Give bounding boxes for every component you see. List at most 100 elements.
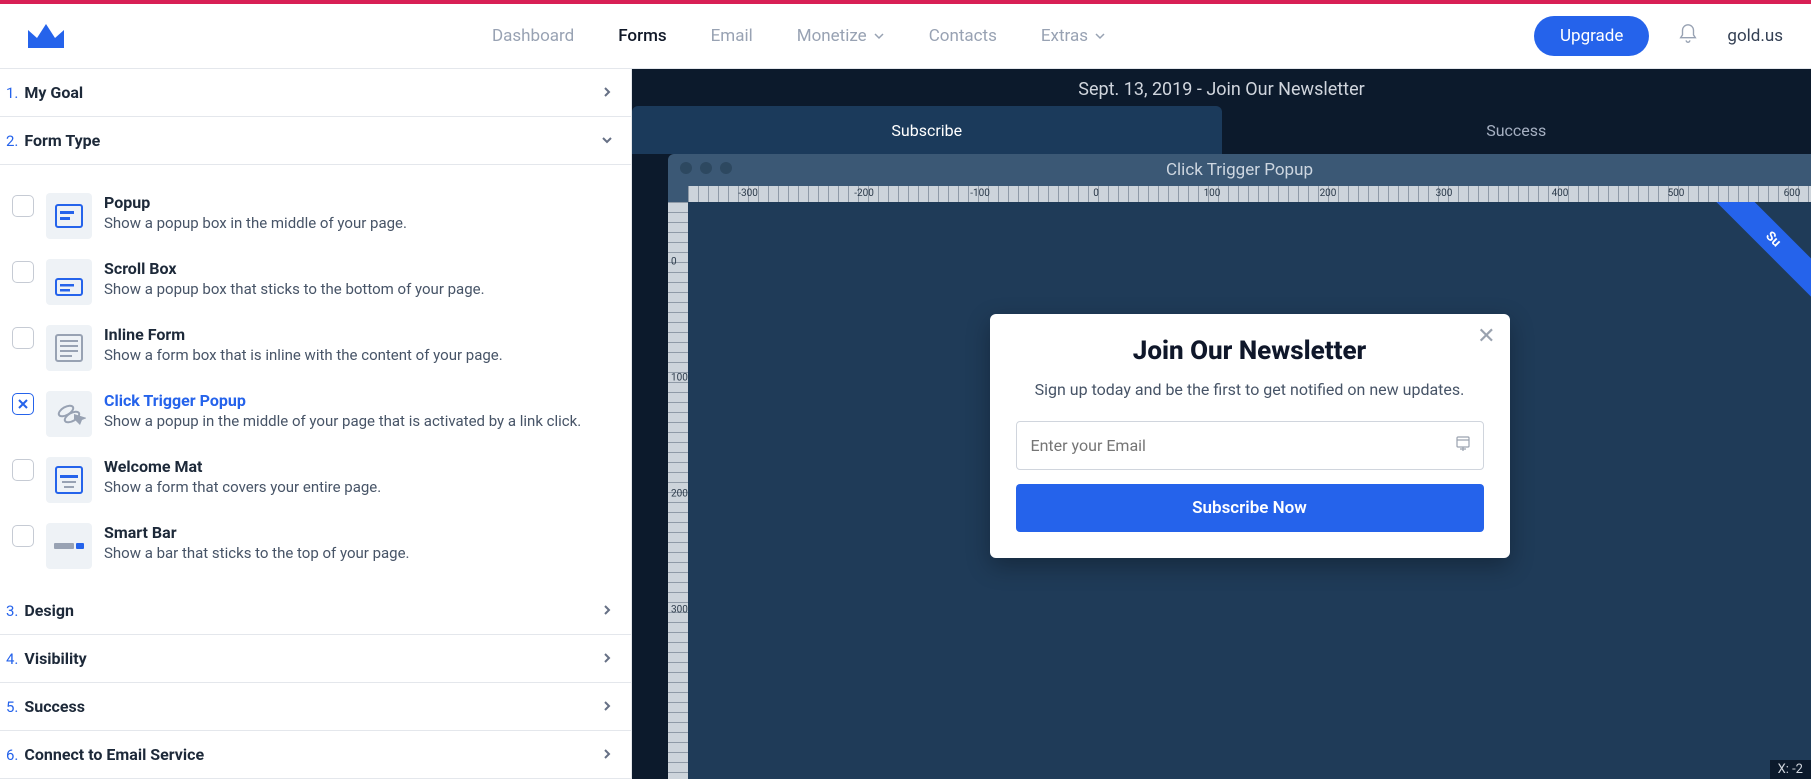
ruler-tick: 200: [1320, 188, 1337, 199]
ruler-tick: 300: [671, 605, 688, 616]
step-form-type[interactable]: 2. Form Type: [0, 117, 631, 165]
checkbox[interactable]: [12, 327, 34, 349]
ruler-tick: -300: [738, 188, 758, 199]
popup-subtext: Sign up today and be the first to get no…: [1016, 380, 1484, 399]
click-trigger-thumb-icon: [46, 391, 92, 437]
step-design[interactable]: 3. Design: [0, 587, 631, 635]
step-visibility[interactable]: 4. Visibility: [0, 635, 631, 683]
nav-monetize[interactable]: Monetize: [797, 26, 885, 46]
step-number: 5.: [6, 698, 18, 716]
checkbox[interactable]: [12, 261, 34, 283]
popup-thumb-icon: [46, 193, 92, 239]
corner-ribbon: Su: [1711, 202, 1811, 302]
option-text: Welcome Mat Show a form that covers your…: [104, 457, 381, 496]
nav-contacts[interactable]: Contacts: [929, 26, 997, 46]
close-icon[interactable]: ✕: [1477, 324, 1495, 349]
option-title: Welcome Mat: [104, 457, 381, 476]
option-desc: Show a popup box in the middle of your p…: [104, 214, 407, 232]
checkbox[interactable]: [12, 459, 34, 481]
window-traffic-lights: [680, 162, 732, 174]
option-text: Scroll Box Show a popup box that sticks …: [104, 259, 485, 298]
option-inline-form[interactable]: Inline Form Show a form box that is inli…: [8, 315, 623, 381]
newsletter-popup[interactable]: ✕ Join Our Newsletter Sign up today and …: [990, 314, 1510, 558]
option-smart-bar[interactable]: Smart Bar Show a bar that sticks to the …: [8, 513, 623, 579]
checkbox[interactable]: [12, 525, 34, 547]
builder-sidebar: 1. My Goal 2. Form Type Popup Sho: [0, 69, 632, 779]
chevron-right-icon: [601, 649, 613, 668]
step-number: 2.: [6, 132, 18, 150]
ruler-tick: 200: [671, 489, 688, 500]
option-popup[interactable]: Popup Show a popup box in the middle of …: [8, 183, 623, 249]
bell-icon[interactable]: [1677, 23, 1699, 49]
option-title: Popup: [104, 193, 407, 212]
tab-subscribe[interactable]: Subscribe: [632, 106, 1222, 154]
chevron-down-icon: [873, 30, 885, 42]
ruler-tick: 100: [671, 373, 688, 384]
ruler-tick: 100: [1204, 188, 1221, 199]
option-title: Scroll Box: [104, 259, 485, 278]
nav-email[interactable]: Email: [711, 26, 753, 46]
step-email-service[interactable]: 6. Connect to Email Service: [0, 731, 631, 779]
document-title: Sept. 13, 2019 - Join Our Newsletter: [632, 69, 1811, 106]
upgrade-button[interactable]: Upgrade: [1534, 16, 1649, 56]
chevron-down-icon: [601, 131, 613, 150]
subscribe-button[interactable]: Subscribe Now: [1016, 484, 1484, 532]
smart-bar-thumb-icon: [46, 523, 92, 569]
option-title: Inline Form: [104, 325, 503, 344]
form-type-options[interactable]: Popup Show a popup box in the middle of …: [0, 165, 631, 587]
cursor-coords: X: -2: [1770, 760, 1811, 779]
ruler-tick: -100: [970, 188, 990, 199]
option-welcome-mat[interactable]: Welcome Mat Show a form that covers your…: [8, 447, 623, 513]
frame-title: Click Trigger Popup: [668, 154, 1811, 186]
chevron-right-icon: [601, 83, 613, 102]
nav-right: Upgrade gold.us: [1534, 16, 1783, 56]
ruler-tick: 300: [1436, 188, 1453, 199]
editor-frame: Click Trigger Popup -300 -200 -100 0 100…: [668, 154, 1811, 779]
option-scroll-box[interactable]: Scroll Box Show a popup box that sticks …: [8, 249, 623, 315]
user-name[interactable]: gold.us: [1727, 26, 1783, 46]
step-title: My Goal: [24, 83, 83, 102]
nav-monetize-label: Monetize: [797, 26, 867, 46]
top-nav: Dashboard Forms Email Monetize Contacts …: [0, 4, 1811, 69]
canvas[interactable]: Su ✕ Join Our Newsletter Sign up today a…: [688, 202, 1811, 779]
chevron-down-icon: [1094, 30, 1106, 42]
preview-tabs: Subscribe Success: [632, 106, 1811, 154]
nav-forms[interactable]: Forms: [618, 26, 666, 46]
step-success[interactable]: 5. Success: [0, 683, 631, 731]
option-desc: Show a popup box that sticks to the bott…: [104, 280, 485, 298]
checkbox[interactable]: [12, 195, 34, 217]
ruler-tick: -200: [854, 188, 874, 199]
step-number: 3.: [6, 602, 18, 620]
option-desc: Show a popup in the middle of your page …: [104, 412, 581, 430]
preview-pane: Sept. 13, 2019 - Join Our Newsletter Sub…: [632, 69, 1811, 779]
option-desc: Show a form box that is inline with the …: [104, 346, 503, 364]
inline-thumb-icon: [46, 325, 92, 371]
tab-success[interactable]: Success: [1222, 106, 1811, 154]
option-title: Smart Bar: [104, 523, 410, 542]
step-number: 1.: [6, 84, 18, 102]
option-text: Click Trigger Popup Show a popup in the …: [104, 391, 581, 430]
option-title: Click Trigger Popup: [104, 391, 581, 410]
popup-heading: Join Our Newsletter: [1016, 336, 1484, 366]
option-text: Inline Form Show a form box that is inli…: [104, 325, 503, 364]
nav-extras-label: Extras: [1041, 26, 1088, 46]
ruler-tick: 0: [1093, 188, 1099, 199]
nav-extras[interactable]: Extras: [1041, 26, 1106, 46]
chevron-right-icon: [601, 745, 613, 764]
step-number: 4.: [6, 650, 18, 668]
step-my-goal[interactable]: 1. My Goal: [0, 69, 631, 117]
step-title: Form Type: [24, 131, 100, 150]
option-desc: Show a bar that sticks to the top of you…: [104, 544, 410, 562]
ruler-tick: 600: [1784, 188, 1801, 199]
nav-dashboard[interactable]: Dashboard: [492, 26, 574, 46]
ruler-tick: 400: [1552, 188, 1569, 199]
autofill-icon: [1454, 435, 1472, 457]
option-text: Popup Show a popup box in the middle of …: [104, 193, 407, 232]
option-text: Smart Bar Show a bar that sticks to the …: [104, 523, 410, 562]
logo-icon: [28, 24, 64, 48]
checkbox[interactable]: [12, 393, 34, 415]
step-title: Design: [24, 601, 74, 620]
option-click-trigger-popup[interactable]: Click Trigger Popup Show a popup in the …: [8, 381, 623, 447]
email-input[interactable]: [1016, 421, 1484, 470]
option-desc: Show a form that covers your entire page…: [104, 478, 381, 496]
